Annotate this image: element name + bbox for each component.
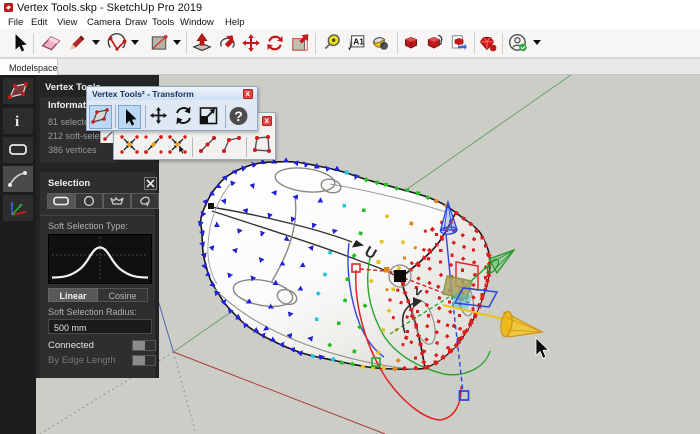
svg-text:?: ? — [234, 108, 243, 124]
svg-text:A1: A1 — [353, 37, 364, 47]
svg-text:i: i — [15, 114, 19, 130]
